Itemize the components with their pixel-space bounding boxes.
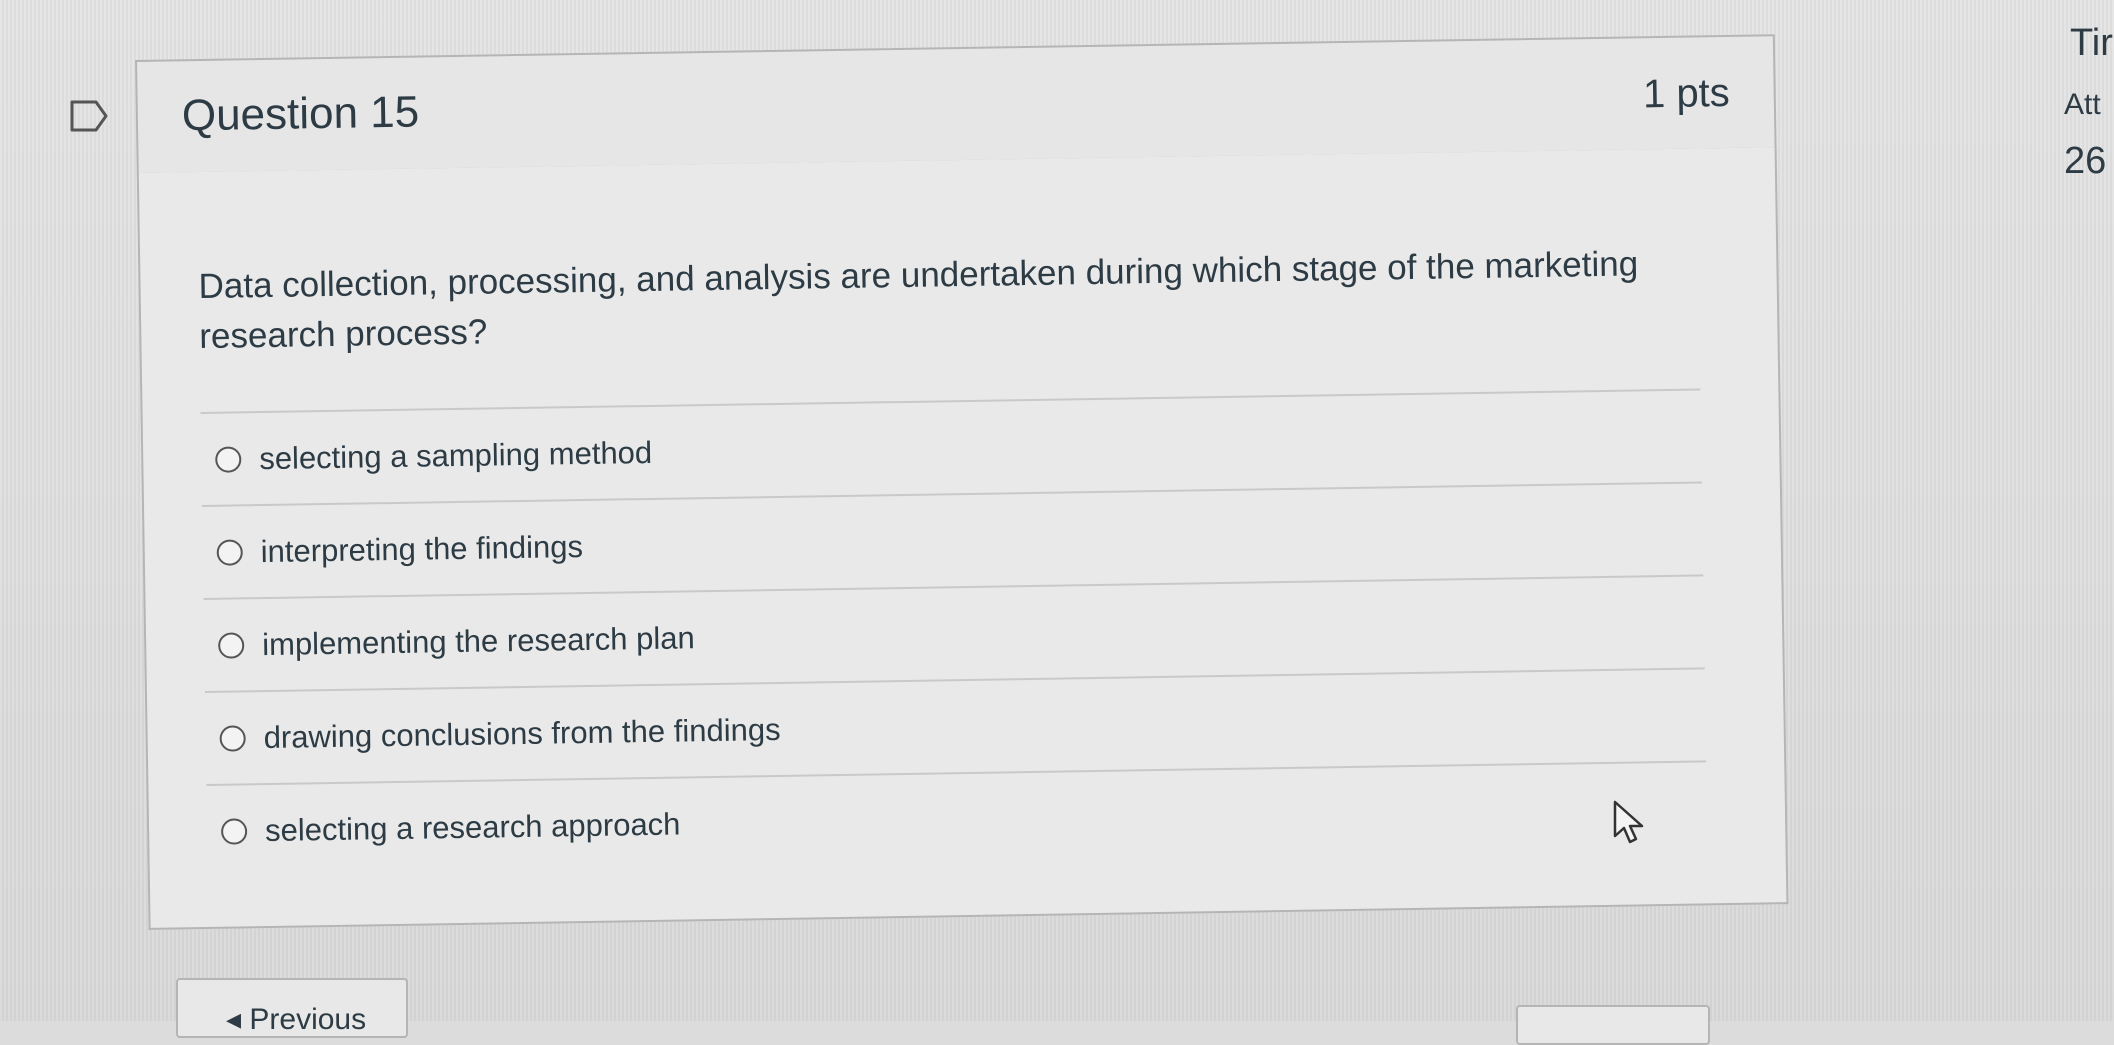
answer-label[interactable]: selecting a sampling method — [259, 434, 652, 476]
radio-button[interactable] — [217, 631, 245, 659]
question-card: Question 15 1 pts Data collection, proce… — [135, 34, 1789, 940]
question-text: Data collection, processing, and analysi… — [198, 244, 1639, 357]
mouse-pointer-icon — [1613, 800, 1644, 844]
radio-button[interactable] — [215, 445, 242, 473]
question-body: Data collection, processing, and analysi… — [136, 147, 1789, 930]
answer-list: selecting a sampling method interpreting… — [200, 388, 1708, 877]
flag-question-icon[interactable] — [70, 100, 108, 132]
answer-label[interactable]: implementing the research plan — [262, 620, 695, 663]
answer-label[interactable]: selecting a research approach — [265, 806, 681, 849]
radio-button[interactable] — [216, 538, 243, 566]
previous-button[interactable]: ◂ Previous — [176, 978, 408, 1038]
attempt-label: Att — [2064, 88, 2101, 121]
answer-label[interactable]: drawing conclusions from the findings — [263, 711, 780, 755]
quiz-sidebar: Tir Att 26 — [2058, 0, 2114, 1021]
answer-label[interactable]: interpreting the findings — [260, 529, 583, 570]
question-title: Question 15 — [181, 87, 420, 141]
time-label: Tir — [2070, 22, 2113, 64]
radio-button[interactable] — [220, 817, 248, 845]
question-points: 1 pts — [1642, 70, 1731, 117]
attempt-number: 26 — [2064, 140, 2107, 182]
next-button[interactable] — [1516, 1005, 1710, 1045]
radio-button[interactable] — [219, 724, 246, 752]
